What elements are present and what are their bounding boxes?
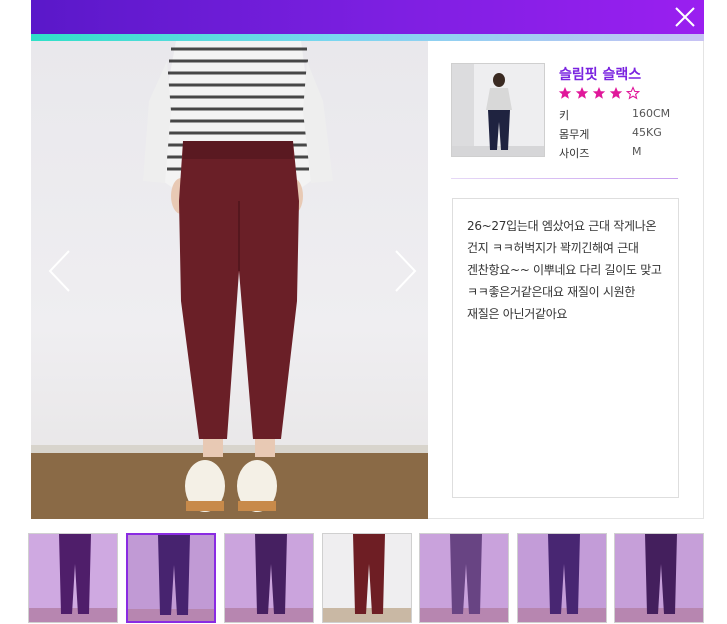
review-text: 26~27입는대 엠샀어요 근대 작게나온 건지 ㅋㅋ허벅지가 꽉끼긴해여 근대…	[467, 219, 662, 321]
modal-header-bar	[31, 0, 704, 34]
spec-label: 키	[559, 109, 570, 122]
star-filled-icon	[609, 87, 623, 99]
header-accent-bar	[31, 34, 704, 41]
thumbnail-dim-overlay	[225, 534, 313, 622]
product-name: 슬림핏 슬랙스	[559, 67, 642, 83]
product-thumbnail	[451, 63, 545, 157]
review-thumbnail[interactable]	[614, 533, 704, 623]
info-divider	[451, 178, 678, 179]
star-filled-icon	[575, 87, 589, 99]
review-thumbnail[interactable]	[28, 533, 118, 623]
review-thumbnail[interactable]	[126, 533, 216, 623]
spec-value: 160CM	[632, 107, 671, 120]
spec-label: 사이즈	[559, 147, 590, 160]
review-thumbnail[interactable]	[419, 533, 509, 623]
previous-photo-button[interactable]	[45, 248, 73, 294]
spec-value: M	[632, 145, 642, 158]
close-button[interactable]	[672, 4, 698, 30]
review-content-box: 26~27입는대 엠샀어요 근대 작게나온 건지 ㅋㅋ허벅지가 꽉끼긴해여 근대…	[452, 198, 679, 498]
thumbnail-dim-overlay	[615, 534, 703, 622]
spec-value: 45KG	[632, 126, 662, 139]
next-photo-button[interactable]	[392, 248, 420, 294]
main-review-photo	[31, 41, 428, 519]
review-thumbnail[interactable]	[322, 533, 412, 623]
review-thumbnail-strip	[0, 533, 727, 623]
thumbnail-dim-overlay	[518, 534, 606, 622]
star-empty-icon	[626, 86, 640, 100]
thumbnail-dim-overlay	[420, 534, 508, 622]
star-filled-icon	[592, 87, 606, 99]
review-thumbnail[interactable]	[517, 533, 607, 623]
review-thumbnail[interactable]	[224, 533, 314, 623]
chevron-right-icon	[395, 250, 417, 292]
spec-label: 몸무게	[559, 128, 590, 141]
chevron-left-icon	[48, 250, 70, 292]
rating-stars	[558, 86, 640, 100]
close-icon	[675, 7, 695, 27]
thumbnail-dim-overlay	[29, 534, 117, 622]
star-filled-icon	[558, 87, 572, 99]
thumbnail-dim-overlay	[128, 535, 214, 621]
